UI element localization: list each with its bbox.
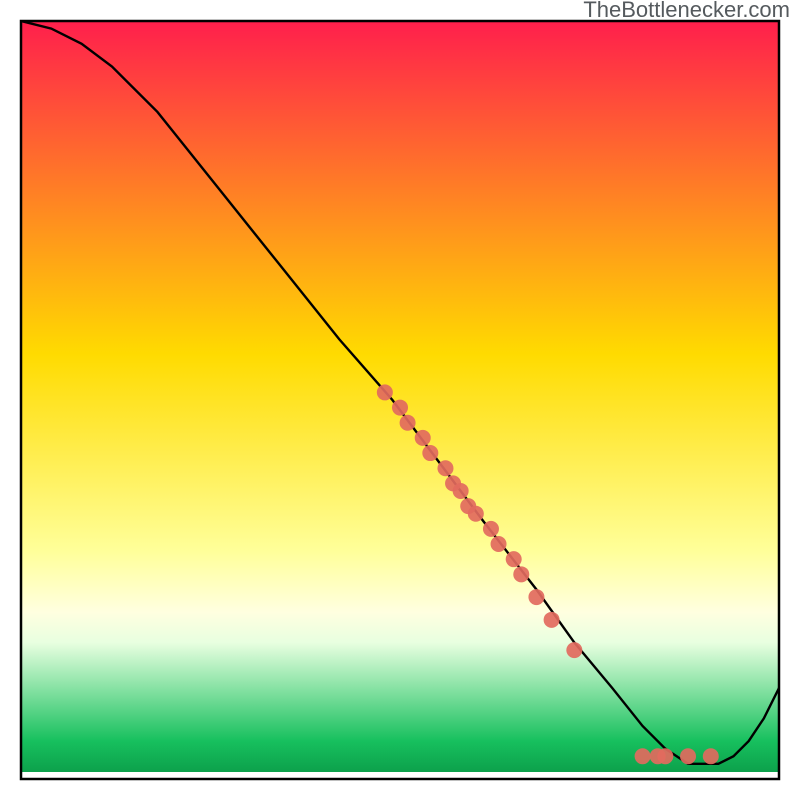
data-point [377,384,393,400]
data-point [635,748,651,764]
data-point [483,521,499,537]
watermark-label: TheBottlenecker.com [583,0,790,22]
chart-container: TheBottlenecker.com [0,0,800,800]
chart-svg: TheBottlenecker.com [0,0,800,800]
data-point [513,566,529,582]
data-point [415,430,431,446]
data-point [680,748,696,764]
data-point [544,612,560,628]
data-point [437,460,453,476]
data-point [491,536,507,552]
data-point [468,506,484,522]
data-point [566,642,582,658]
data-point [528,589,544,605]
data-point [400,415,416,431]
data-point [392,400,408,416]
data-point [453,483,469,499]
data-point [703,748,719,764]
data-point [422,445,438,461]
data-point [506,551,522,567]
data-point [657,748,673,764]
